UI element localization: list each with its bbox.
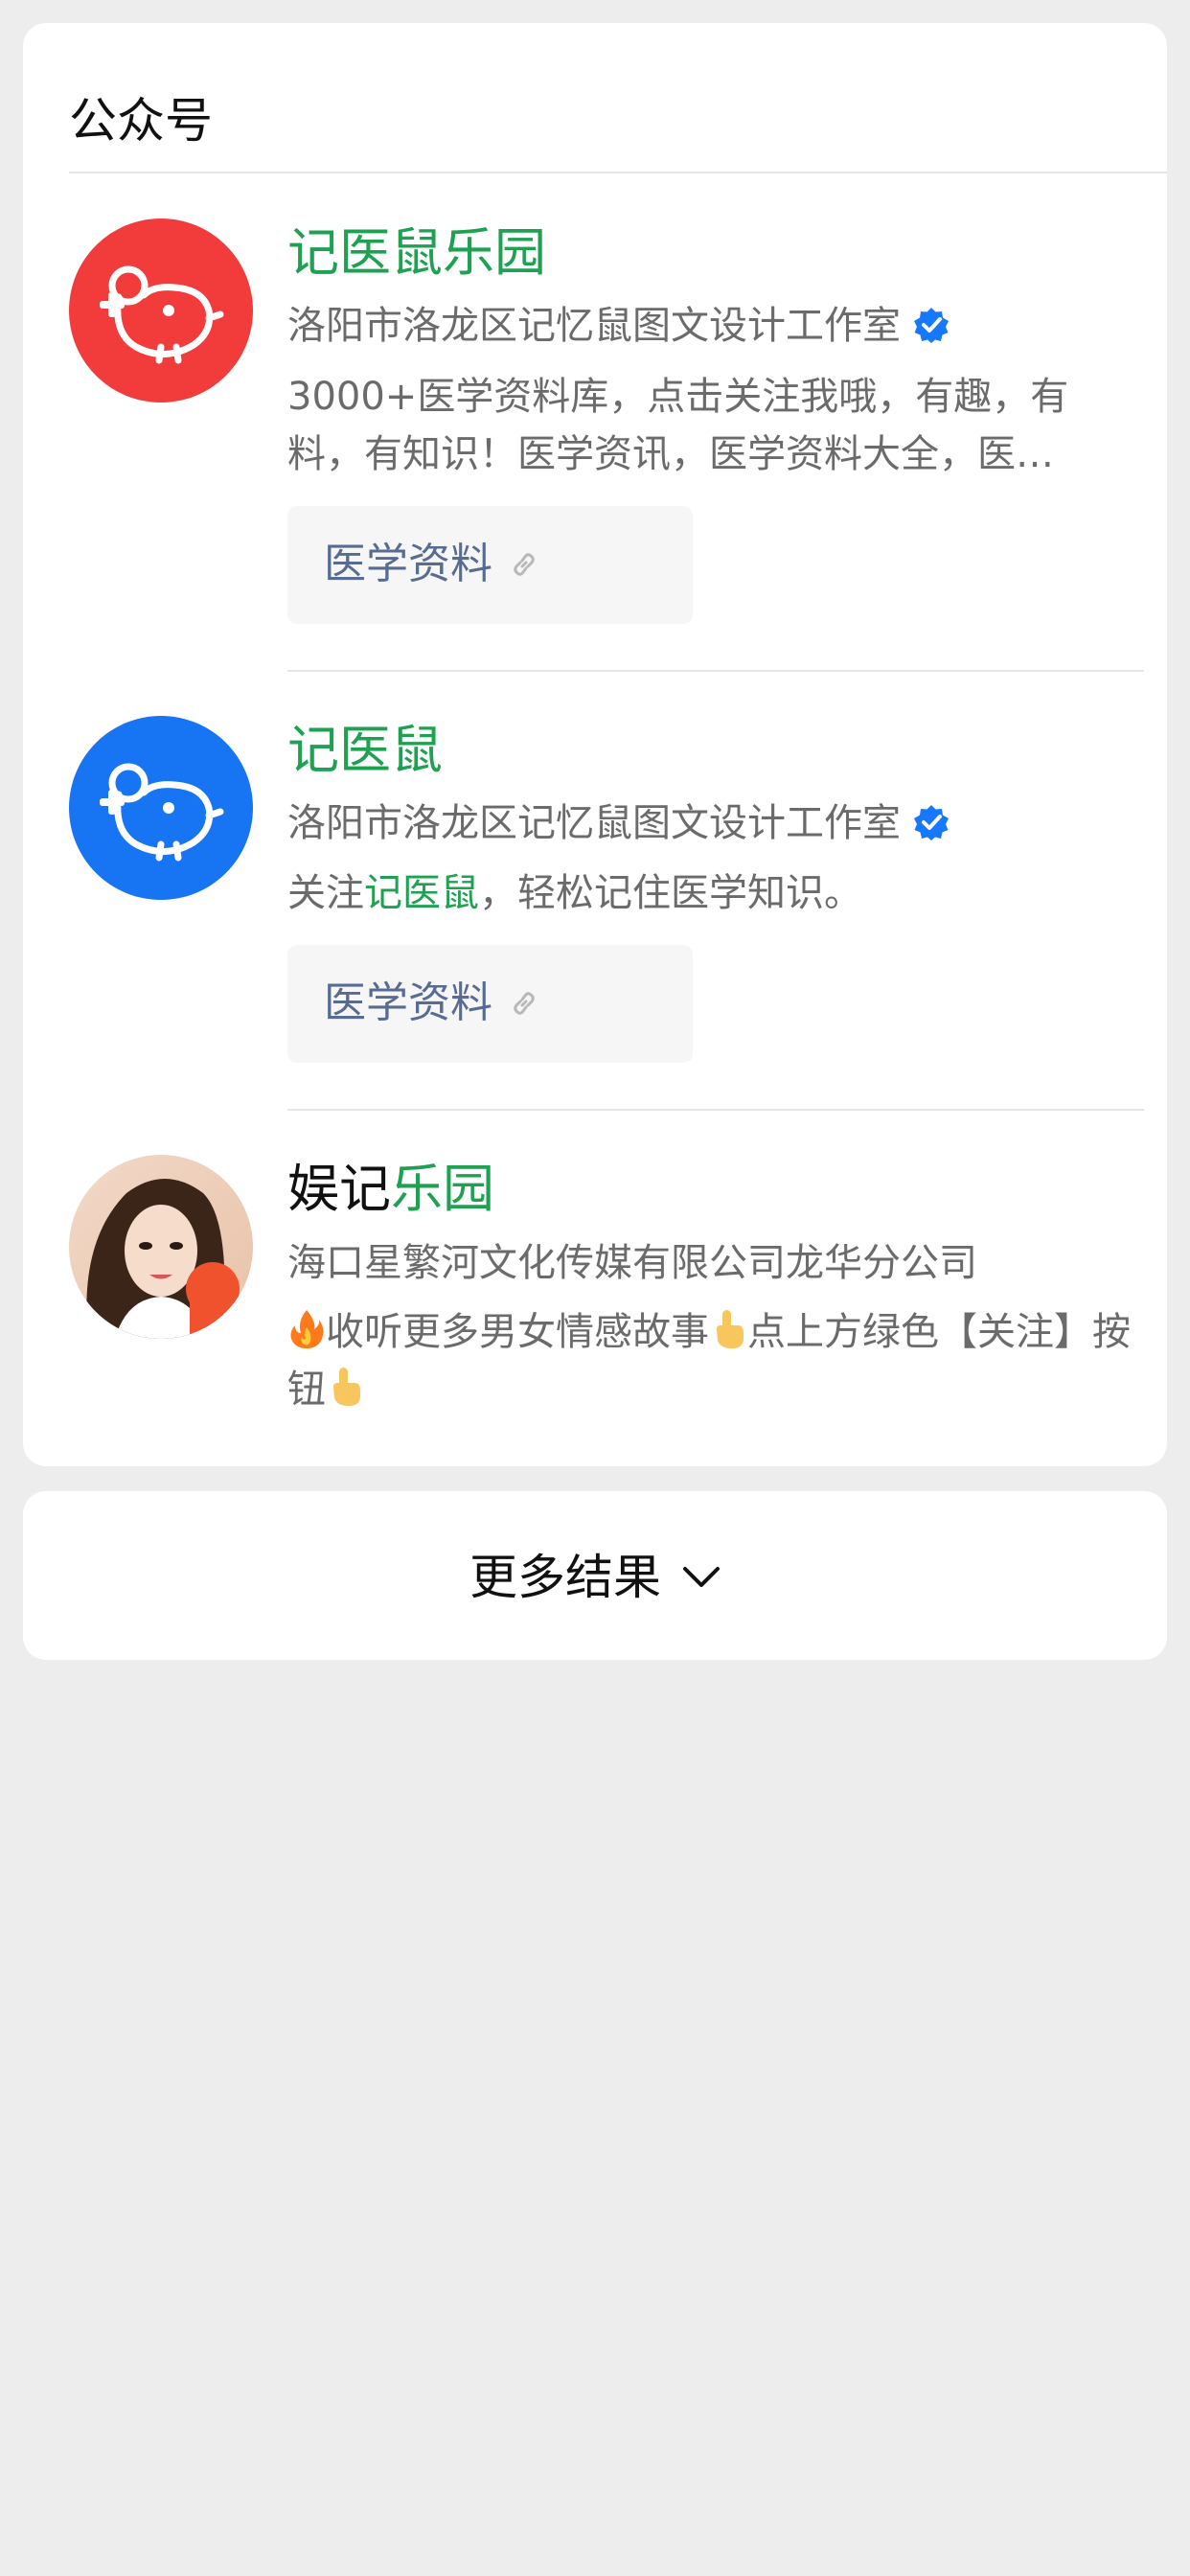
mouse-logo-icon (100, 265, 224, 364)
mouse-logo-icon (100, 763, 224, 862)
verified-icon (914, 308, 949, 343)
account-name[interactable]: 娱记乐园 (287, 1155, 494, 1224)
account-name[interactable]: 记医鼠乐园 (287, 218, 546, 288)
medical-materials-link[interactable]: 医学资料 (287, 506, 693, 624)
official-accounts-card: 公众号 记医鼠乐园 洛阳市洛龙区记忆鼠图文设计工作室 3000+医学资料库，点击… (23, 23, 1167, 1466)
desc-text: ，轻松记住医学知识。 (479, 871, 862, 915)
divider (287, 670, 1144, 672)
verified-icon (914, 805, 949, 840)
more-results-label: 更多结果 (469, 1550, 661, 1605)
pointing-up-emoji-icon (333, 1368, 360, 1406)
account-org-text: 洛阳市洛龙区记忆鼠图文设计工作室 (287, 801, 901, 845)
desc-text: 关注 (287, 871, 364, 915)
account-org: 洛阳市洛龙区记忆鼠图文设计工作室 (287, 297, 950, 355)
pointing-up-emoji-icon (717, 1310, 744, 1348)
account-description: 收听更多男女情感故事 点上方绿色【关注】按钮 (287, 1303, 1131, 1418)
link-label: 医学资料 (324, 978, 492, 1027)
account-name-text: 记医鼠乐园 (287, 222, 546, 283)
account-org: 海口星繁河文化传媒有限公司龙华分公司 (287, 1241, 977, 1285)
account-name-text: 记医鼠 (287, 720, 443, 780)
account-description: 关注记医鼠，轻松记住医学知识。 (287, 864, 1131, 922)
divider (287, 1109, 1144, 1111)
link-icon (514, 553, 535, 576)
section-title: 公众号 (69, 93, 213, 149)
link-icon (514, 992, 535, 1015)
link-label: 医学资料 (324, 540, 492, 588)
account-name-text: 娱记 (287, 1159, 391, 1219)
account-avatar[interactable] (69, 716, 253, 900)
more-results-button[interactable]: 更多结果 (23, 1545, 1167, 1610)
account-name-highlight: 乐园 (391, 1159, 494, 1219)
divider (69, 172, 1167, 173)
desc-highlight: 记医鼠 (364, 871, 479, 915)
account-org-text: 洛阳市洛龙区记忆鼠图文设计工作室 (287, 304, 901, 348)
chevron-down-icon (683, 1567, 720, 1587)
account-description: 3000+医学资料库，点击关注我哦，有趣，有料，有知识！医学资讯，医学资料大全，… (287, 375, 1069, 476)
account-avatar[interactable] (69, 218, 253, 402)
desc-text: 收听更多男女情感故事 (326, 1310, 709, 1354)
profile-photo (69, 1155, 253, 1339)
account-org: 洛阳市洛龙区记忆鼠图文设计工作室 (287, 794, 950, 852)
account-avatar[interactable] (69, 1155, 253, 1339)
medical-materials-link[interactable]: 医学资料 (287, 945, 693, 1063)
fire-emoji-icon (290, 1310, 324, 1348)
more-results-card[interactable]: 更多结果 (23, 1491, 1167, 1660)
account-name[interactable]: 记医鼠 (287, 716, 443, 785)
